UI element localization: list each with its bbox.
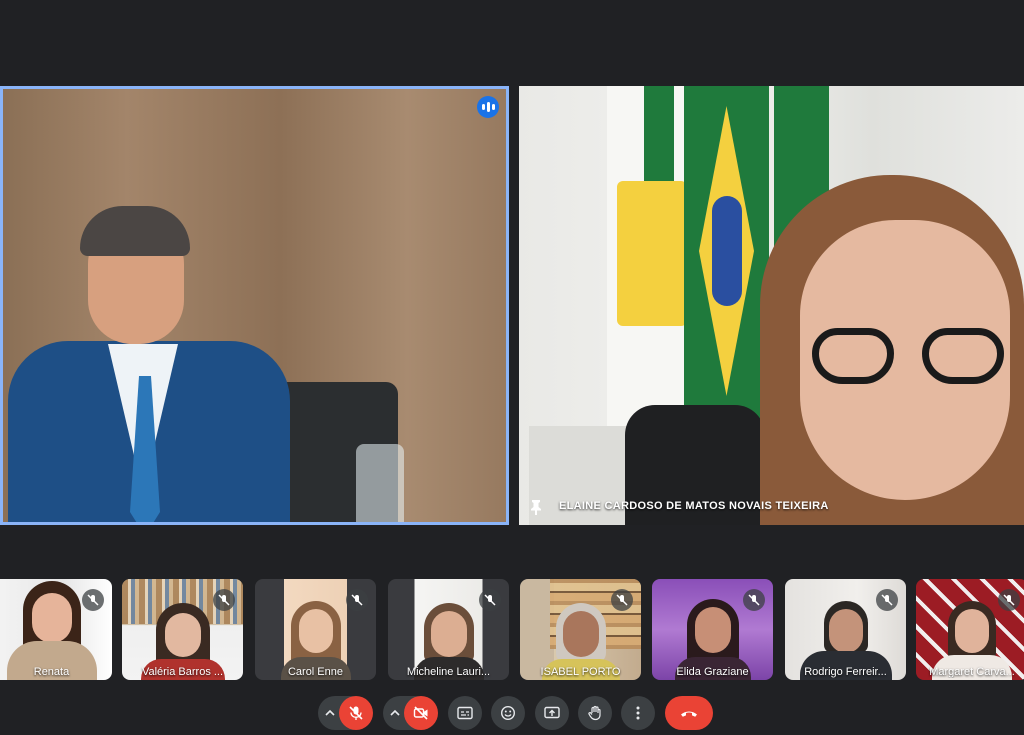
participant-name: ISABEL PORTO bbox=[540, 666, 621, 678]
thumbnail-tile[interactable]: Elida Graziane bbox=[652, 579, 773, 680]
flag-green-stripe bbox=[644, 86, 674, 186]
mic-off-icon bbox=[876, 589, 898, 611]
mic-off-icon bbox=[479, 589, 501, 611]
captions-icon bbox=[457, 706, 473, 720]
thumbnail-tile[interactable]: ISABEL PORTO bbox=[520, 579, 641, 680]
participant-name: Margaret Carva... bbox=[929, 666, 1015, 678]
captions-button[interactable] bbox=[448, 696, 482, 730]
raise-hand-button[interactable] bbox=[578, 696, 612, 730]
more-options-icon bbox=[636, 706, 640, 720]
participant-name: Carol Enne bbox=[287, 666, 344, 678]
thumbnail-tile[interactable]: Valéria Barros ... bbox=[122, 579, 243, 680]
end-call-icon bbox=[681, 711, 697, 717]
camera-off-icon bbox=[413, 706, 428, 720]
participant-hair bbox=[80, 206, 190, 256]
participant-name: Renata bbox=[33, 666, 70, 678]
thumbnail-tile[interactable]: Carol Enne bbox=[255, 579, 376, 680]
thumbnail-tile[interactable]: Renata bbox=[0, 579, 112, 680]
main-video-tile-speaker[interactable] bbox=[0, 86, 509, 525]
participant-glasses bbox=[812, 328, 1012, 388]
mic-off-icon bbox=[611, 589, 633, 611]
speaking-indicator-icon bbox=[477, 96, 499, 118]
participant-name-pinned: ELAINE CARDOSO DE MATOS NOVAIS TEIXEIRA bbox=[559, 500, 829, 512]
flag-emblem bbox=[617, 181, 687, 326]
chevron-up-icon bbox=[325, 709, 335, 716]
participant-name: Rodrigo Ferreir... bbox=[804, 666, 887, 678]
thumbnail-tile[interactable]: Micheline Lauri... bbox=[388, 579, 509, 680]
thumbnail-tile[interactable]: Margaret Carva... bbox=[916, 579, 1024, 680]
chevron-up-icon bbox=[390, 709, 400, 716]
mic-off-icon bbox=[998, 589, 1020, 611]
mic-off-icon bbox=[743, 589, 765, 611]
mic-off-icon bbox=[213, 589, 235, 611]
emoji-icon bbox=[500, 705, 516, 721]
microphone-toggle-button[interactable] bbox=[339, 696, 373, 730]
mic-off-icon bbox=[82, 589, 104, 611]
participant-name: Micheline Lauri... bbox=[406, 666, 491, 678]
sanitizer-bottle bbox=[356, 444, 404, 525]
leave-call-button[interactable] bbox=[665, 696, 713, 730]
present-screen-icon bbox=[544, 706, 560, 719]
present-now-button[interactable] bbox=[535, 696, 569, 730]
reactions-button[interactable] bbox=[491, 696, 525, 730]
pin-icon bbox=[531, 500, 541, 515]
raise-hand-icon bbox=[588, 705, 601, 721]
thumbnail-tile[interactable]: Rodrigo Ferreir... bbox=[785, 579, 906, 680]
more-options-button[interactable] bbox=[621, 696, 655, 730]
camera-toggle-button[interactable] bbox=[404, 696, 438, 730]
participant-name: Valéria Barros ... bbox=[141, 666, 224, 678]
mic-off-icon bbox=[346, 589, 368, 611]
participant-name: Elida Graziane bbox=[676, 666, 749, 678]
mic-off-icon bbox=[349, 706, 363, 720]
flag-brazil-globe bbox=[712, 196, 742, 306]
